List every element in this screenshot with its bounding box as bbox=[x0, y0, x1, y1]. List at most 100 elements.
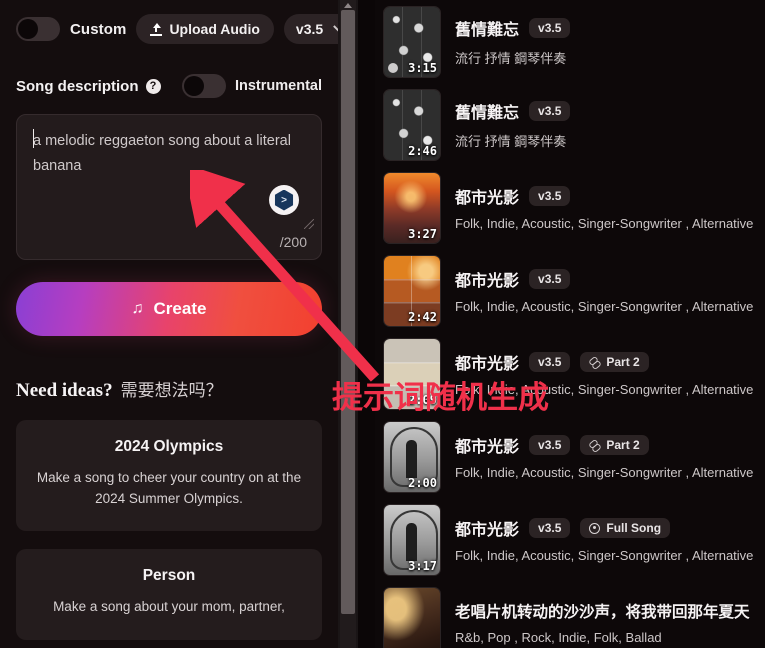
list-item[interactable]: 老唱片机转动的沙沙声，将我带回那年夏天 R&b, Pop , Rock, Ind… bbox=[375, 581, 765, 648]
song-title-row: 都市光影 v3.5 Part 2 bbox=[455, 350, 765, 374]
full-song-badge[interactable]: Full Song bbox=[580, 518, 671, 538]
song-duration: 2:09 bbox=[408, 392, 437, 407]
instrumental-toggle[interactable] bbox=[181, 74, 226, 98]
upload-audio-button[interactable]: Upload Audio bbox=[136, 14, 274, 44]
custom-mode-toggle[interactable] bbox=[16, 17, 60, 41]
song-duration: 3:17 bbox=[408, 558, 437, 573]
need-ideas-heading: Need ideas? 需要想法吗？ bbox=[16, 376, 322, 402]
version-label: v3.5 bbox=[295, 21, 324, 37]
part-badge[interactable]: Part 2 bbox=[580, 435, 649, 455]
target-icon bbox=[589, 522, 601, 534]
song-title: 舊情難忘 bbox=[455, 105, 520, 122]
list-item[interactable]: 3:15 舊情難忘 v3.5 流行 抒情 鋼琴伴奏 bbox=[375, 0, 765, 83]
part-badge-label: Part 2 bbox=[606, 438, 640, 452]
version-select[interactable]: v3.5 bbox=[283, 14, 338, 44]
text-caret bbox=[33, 129, 34, 148]
full-song-badge-label: Full Song bbox=[606, 521, 662, 535]
link-icon bbox=[589, 357, 600, 368]
song-meta: 都市光影 v3.5 Full Song Folk, Indie, Acousti… bbox=[455, 516, 765, 563]
app-root: Custom Upload Audio v3.5 Song descriptio… bbox=[0, 0, 765, 648]
song-tags: Folk, Indie, Acoustic, Singer-Songwriter… bbox=[455, 465, 754, 480]
scroll-up-arrow-icon[interactable] bbox=[344, 3, 352, 8]
song-title-row: 舊情難忘 v3.5 bbox=[455, 99, 765, 123]
assistant-hex-icon: > bbox=[274, 189, 294, 211]
song-duration: 2:42 bbox=[408, 309, 437, 324]
upload-audio-label: Upload Audio bbox=[169, 21, 260, 37]
song-title: 都市光影 bbox=[455, 439, 520, 456]
need-ideas-en: Need ideas? bbox=[16, 380, 113, 401]
list-item[interactable]: 3:27 都市光影 v3.5 Folk, Indie, Acoustic, Si… bbox=[375, 166, 765, 249]
song-tags: Folk, Indie, Acoustic, Singer-Songwriter… bbox=[455, 382, 754, 397]
create-panel: Custom Upload Audio v3.5 Song descriptio… bbox=[0, 0, 338, 648]
song-title: 老唱片机转动的沙沙声，将我带回那年夏天 bbox=[455, 604, 750, 621]
song-title: 都市光影 bbox=[455, 273, 520, 290]
song-thumbnail[interactable] bbox=[383, 586, 441, 648]
version-badge: v3.5 bbox=[529, 435, 571, 455]
song-description-header: Song description ? Instrumental bbox=[16, 72, 322, 100]
assistant-badge-icon[interactable]: > bbox=[269, 185, 299, 215]
song-thumbnail[interactable]: 2:46 bbox=[383, 88, 441, 161]
list-item[interactable]: 3:17 都市光影 v3.5 Full Song Folk, Indie, Ac… bbox=[375, 498, 765, 581]
song-duration: 3:27 bbox=[408, 226, 437, 241]
idea-card-title: Person bbox=[142, 567, 196, 585]
song-tags: 流行 抒情 鋼琴伴奏 bbox=[455, 51, 567, 66]
need-ideas-zh: 需要想法吗？ bbox=[120, 381, 223, 400]
song-title: 都市光影 bbox=[455, 522, 520, 539]
help-icon[interactable]: ? bbox=[145, 78, 161, 94]
custom-label: Custom bbox=[70, 20, 127, 38]
part-badge[interactable]: Part 2 bbox=[580, 352, 649, 372]
version-badge: v3.5 bbox=[529, 18, 571, 38]
idea-card[interactable]: 2024 Olympics Make a song to cheer your … bbox=[16, 420, 322, 532]
song-thumbnail[interactable]: 3:17 bbox=[383, 503, 441, 576]
song-duration: 2:46 bbox=[408, 143, 437, 158]
character-counter: /200 bbox=[279, 234, 307, 250]
song-title: 都市光影 bbox=[455, 356, 520, 373]
song-duration: 3:15 bbox=[408, 60, 437, 75]
thumbnail-art bbox=[384, 587, 440, 648]
link-icon bbox=[589, 440, 600, 451]
instrumental-label: Instrumental bbox=[234, 78, 322, 94]
song-title-row: 舊情難忘 v3.5 bbox=[455, 16, 765, 40]
song-meta: 舊情難忘 v3.5 流行 抒情 鋼琴伴奏 bbox=[455, 99, 765, 150]
song-list: 3:15 舊情難忘 v3.5 流行 抒情 鋼琴伴奏 2:46 舊情難忘 v3.5 bbox=[375, 0, 765, 648]
scrollbar-thumb[interactable] bbox=[341, 10, 355, 614]
song-tags: 流行 抒情 鋼琴伴奏 bbox=[455, 134, 567, 149]
list-item[interactable]: 2:09 都市光影 v3.5 Part 2 Folk, Indie, Acous… bbox=[375, 332, 765, 415]
song-meta: 都市光影 v3.5 Part 2 Folk, Indie, Acoustic, … bbox=[455, 350, 765, 397]
list-item[interactable]: 2:00 都市光影 v3.5 Part 2 Folk, Indie, Acous… bbox=[375, 415, 765, 498]
song-thumbnail[interactable]: 3:15 bbox=[383, 5, 441, 78]
version-badge: v3.5 bbox=[529, 186, 571, 206]
song-meta: 老唱片机转动的沙沙声，将我带回那年夏天 R&b, Pop , Rock, Ind… bbox=[455, 600, 765, 645]
toggle-knob bbox=[183, 76, 204, 96]
playing-indicator-icon bbox=[388, 62, 398, 73]
create-button[interactable]: ♫ Create bbox=[16, 282, 322, 336]
resize-handle[interactable] bbox=[304, 219, 314, 229]
idea-card-body: Make a song about your mom, partner, bbox=[53, 599, 285, 615]
song-tags: Folk, Indie, Acoustic, Singer-Songwriter… bbox=[455, 548, 754, 563]
song-thumbnail[interactable]: 2:42 bbox=[383, 254, 441, 327]
version-badge: v3.5 bbox=[529, 352, 571, 372]
create-button-label: Create bbox=[153, 299, 207, 318]
page-scrollbar[interactable] bbox=[338, 0, 358, 648]
song-thumbnail[interactable]: 2:00 bbox=[383, 420, 441, 493]
version-badge: v3.5 bbox=[529, 269, 571, 289]
list-item[interactable]: 2:46 舊情難忘 v3.5 流行 抒情 鋼琴伴奏 bbox=[375, 83, 765, 166]
song-meta: 都市光影 v3.5 Folk, Indie, Acoustic, Singer-… bbox=[455, 184, 765, 231]
idea-card[interactable]: Person Make a song about your mom, partn… bbox=[16, 549, 322, 640]
idea-card-title: 2024 Olympics bbox=[114, 438, 224, 455]
song-title-row: 都市光影 v3.5 bbox=[455, 184, 765, 208]
song-title-row: 都市光影 v3.5 bbox=[455, 267, 765, 291]
song-thumbnail[interactable]: 2:09 bbox=[383, 337, 441, 410]
top-toolbar: Custom Upload Audio v3.5 bbox=[16, 12, 338, 46]
part-badge-label: Part 2 bbox=[606, 355, 640, 369]
idea-card-body: Make a song to cheer your country on at … bbox=[36, 470, 302, 506]
song-tags: Folk, Indie, Acoustic, Singer-Songwriter… bbox=[455, 299, 754, 314]
song-description-value: a melodic reggaeton song about a literal… bbox=[33, 133, 295, 174]
song-duration: 2:00 bbox=[408, 475, 437, 490]
song-description-input[interactable]: a melodic reggaeton song about a literal… bbox=[16, 114, 322, 260]
list-item[interactable]: 2:42 都市光影 v3.5 Folk, Indie, Acoustic, Si… bbox=[375, 249, 765, 332]
version-badge: v3.5 bbox=[529, 518, 571, 538]
song-meta: 都市光影 v3.5 Folk, Indie, Acoustic, Singer-… bbox=[455, 267, 765, 314]
song-title: 舊情難忘 bbox=[455, 22, 520, 39]
song-thumbnail[interactable]: 3:27 bbox=[383, 171, 441, 244]
